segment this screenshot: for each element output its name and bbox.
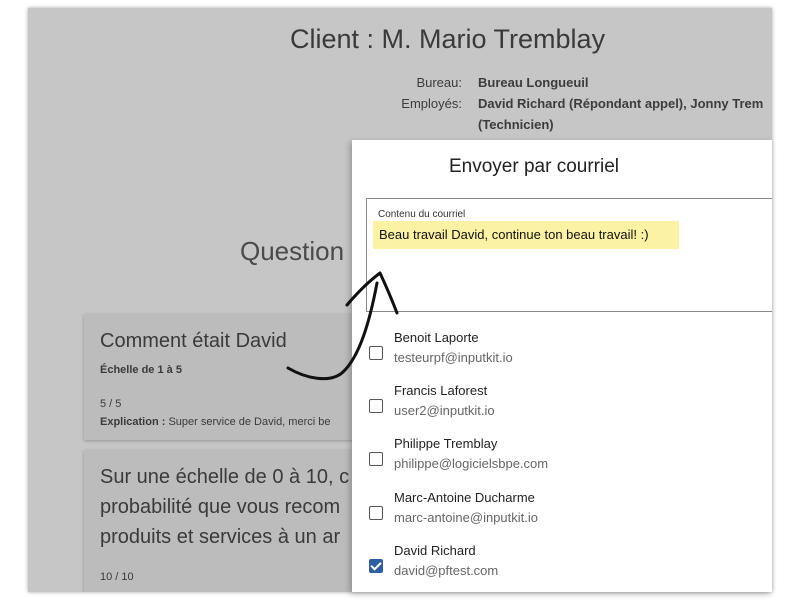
question-card: Sur une échelle de 0 à 10, c probabilité… xyxy=(84,450,384,592)
recipient-item[interactable]: Benoit Laporte testeurpf@inputkit.io xyxy=(352,330,772,378)
checkmark-icon xyxy=(370,559,382,571)
recipient-item[interactable]: David Richard david@pftest.com xyxy=(352,543,772,591)
office-value: Bureau Longueuil xyxy=(478,75,589,90)
recipient-name: Francis Laforest xyxy=(394,383,488,398)
dialog-title: Envoyer par courriel xyxy=(448,156,620,177)
recipient-email: david@pftest.com xyxy=(394,563,499,578)
question-text-line: probabilité que vous recom xyxy=(100,496,341,518)
recipient-item[interactable]: Marc-Antoine Ducharme marc-antoine@input… xyxy=(352,490,772,538)
recipient-checkbox[interactable] xyxy=(369,559,383,573)
recipient-email: testeurpf@inputkit.io xyxy=(394,350,513,365)
section-title: Question xyxy=(240,236,345,266)
recipient-checkbox[interactable] xyxy=(369,399,383,413)
question-scale: Échelle de 1 à 5 xyxy=(100,364,182,376)
employees-value: David Richard (Répondant appel), Jonny T… xyxy=(478,96,764,111)
recipient-item[interactable]: Philippe Tremblay philippe@logicielsbpe.… xyxy=(352,436,772,484)
office-label: Bureau: xyxy=(416,75,462,90)
recipient-name: Benoit Laporte xyxy=(394,330,479,345)
recipient-name: Marc-Antoine Ducharme xyxy=(394,490,535,505)
recipient-name: David Richard xyxy=(394,543,476,558)
recipient-checkbox[interactable] xyxy=(369,452,383,466)
send-email-dialog: Envoyer par courriel Contenu du courriel… xyxy=(352,140,772,592)
question-score: 5 / 5 xyxy=(100,398,122,410)
question-text-line: produits et services à un ar xyxy=(100,526,341,548)
question-card: Comment était David Échelle de 1 à 5 5 /… xyxy=(84,314,384,440)
question-score: 10 / 10 xyxy=(100,571,134,583)
question-text-line: Sur une échelle de 0 à 10, c xyxy=(100,466,350,488)
question-explanation: Explication : Super service de David, me… xyxy=(100,416,330,428)
recipient-checkbox[interactable] xyxy=(369,506,383,520)
employees-label: Employés: xyxy=(401,96,462,111)
question-title: Comment était David xyxy=(100,330,287,352)
explanation-label: Explication : xyxy=(100,416,166,428)
recipient-email: marc-antoine@inputkit.io xyxy=(394,510,538,525)
email-content-text[interactable]: Beau travail David, continue ton beau tr… xyxy=(373,221,679,249)
recipient-email: philippe@logicielsbpe.com xyxy=(394,456,549,471)
email-content-field[interactable]: Contenu du courriel Beau travail David, … xyxy=(366,198,772,312)
employees-value-continued: (Technicien) xyxy=(478,117,554,132)
recipient-email: user2@inputkit.io xyxy=(394,403,495,418)
recipient-item[interactable]: Francis Laforest user2@inputkit.io xyxy=(352,383,772,431)
recipient-checkbox[interactable] xyxy=(369,346,383,360)
recipient-name: Philippe Tremblay xyxy=(394,436,498,451)
explanation-text: Super service de David, merci be xyxy=(165,416,331,428)
client-title: Client : M. Mario Tremblay xyxy=(290,24,606,54)
email-content-label: Contenu du courriel xyxy=(378,209,466,220)
